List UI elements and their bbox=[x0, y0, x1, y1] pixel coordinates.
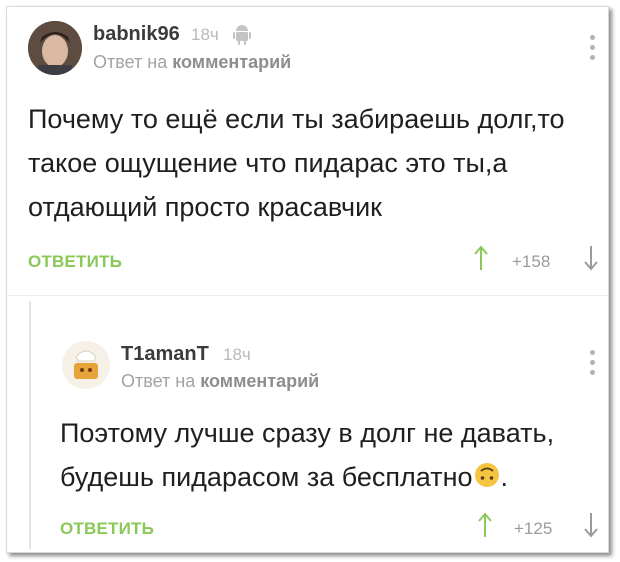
reply-button[interactable]: ОТВЕТИТЬ bbox=[60, 519, 154, 539]
more-options-icon[interactable] bbox=[590, 350, 596, 380]
upside-down-smile-emoji bbox=[474, 457, 500, 501]
more-options-icon[interactable] bbox=[590, 35, 596, 65]
avatar[interactable] bbox=[62, 341, 110, 389]
comment-text-end: . bbox=[500, 462, 509, 492]
downvote-arrow-icon[interactable] bbox=[584, 512, 598, 543]
comment-text: Поэтому лучше сразу в долг не давать, бу… bbox=[60, 411, 605, 501]
reply-button[interactable]: ОТВЕТИТЬ bbox=[28, 252, 122, 272]
comment-score: +158 bbox=[512, 252, 551, 271]
avatar[interactable] bbox=[28, 21, 82, 75]
thread-branch-line bbox=[29, 301, 31, 549]
username[interactable]: babnik96 bbox=[93, 23, 180, 46]
comment-text: Почему то ещё если ты забираешь долг,то … bbox=[28, 104, 565, 222]
reply-target-link[interactable]: комментарий bbox=[200, 371, 319, 391]
divider bbox=[7, 295, 608, 296]
comment-time: 18ч bbox=[191, 25, 219, 44]
comment-score: +125 bbox=[514, 519, 553, 538]
comment-time: 18ч bbox=[223, 345, 251, 364]
reply-target-link[interactable]: комментарий bbox=[172, 52, 291, 72]
upvote-arrow-icon[interactable] bbox=[478, 512, 492, 543]
android-icon bbox=[232, 23, 252, 50]
comment-thread: babnik96 18ч Ответ на комментарий Почему… bbox=[6, 6, 609, 553]
downvote-arrow-icon[interactable] bbox=[584, 245, 598, 276]
upvote-arrow-icon[interactable] bbox=[474, 245, 488, 276]
username[interactable]: T1amanT bbox=[121, 343, 209, 366]
reply-prefix: Ответ на bbox=[93, 52, 168, 72]
reply-prefix: Ответ на bbox=[121, 371, 196, 391]
reply-to-label: Ответ на комментарий bbox=[121, 371, 319, 392]
reply-to-label: Ответ на комментарий bbox=[93, 52, 291, 73]
